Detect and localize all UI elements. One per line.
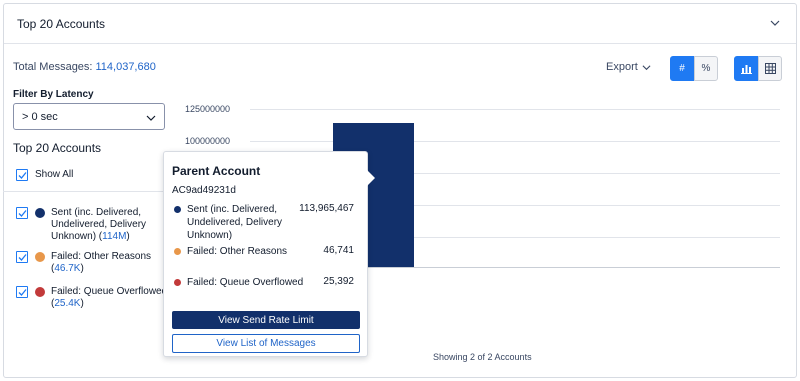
gridline	[250, 141, 780, 142]
show-all-label: Show All	[35, 169, 74, 180]
legend-swatch-failed-other	[35, 252, 45, 262]
bar-chart-icon	[740, 65, 752, 74]
tooltip-label-sent: Sent (inc. Delivered, Undelivered, Deliv…	[187, 204, 283, 241]
y-tick-label-100m: 100000000	[185, 136, 231, 146]
filter-by-latency-label: Filter By Latency	[13, 89, 94, 100]
panel-header[interactable]: Top 20 Accounts	[4, 4, 796, 44]
tooltip-swatch-failed-other	[174, 248, 181, 255]
export-dropdown[interactable]: Export	[606, 61, 651, 73]
tooltip-title: Parent Account	[172, 164, 261, 178]
tooltip-account-id: AC9ad49231d	[172, 185, 236, 196]
legend-swatch-sent	[35, 208, 45, 218]
tooltip-label-failed-queue: Failed: Queue Overflowed	[187, 277, 304, 288]
tooltip-value-failed-other: 46,741	[323, 245, 354, 256]
legend-swatch-failed-queue	[35, 287, 45, 297]
percent-toggle-button[interactable]: %	[694, 56, 718, 81]
legend-text-failed-queue: Failed: Queue Overflowed (25.4K)	[51, 286, 168, 309]
table-view-button[interactable]	[758, 56, 782, 81]
bar-chart-view-button[interactable]	[734, 56, 758, 81]
legend-count-sent[interactable]: 114M	[102, 231, 126, 242]
latency-filter-select[interactable]: > 0 sec	[13, 103, 165, 130]
gridline	[250, 109, 780, 110]
tooltip-arrow	[367, 170, 375, 186]
view-toggle-group	[734, 56, 782, 81]
account-tooltip: Parent Account AC9ad49231d Sent (inc. De…	[163, 151, 368, 357]
legend-count-failed-other[interactable]: 46.7K	[54, 263, 80, 274]
legend-label-sent: Sent (inc. Delivered, Undelivered, Deliv…	[51, 207, 147, 242]
legend-text-sent: Sent (inc. Delivered, Undelivered, Deliv…	[51, 207, 147, 242]
tooltip-label-failed-other: Failed: Other Reasons	[187, 246, 288, 257]
accounts-section-title: Top 20 Accounts	[13, 141, 102, 155]
view-list-of-messages-button[interactable]: View List of Messages	[172, 334, 360, 353]
chevron-down-icon	[146, 115, 156, 121]
chevron-down-icon	[642, 64, 651, 70]
tooltip-swatch-sent	[174, 206, 181, 213]
total-messages-label: Total Messages:	[13, 61, 93, 73]
y-tick-label-125m: 125000000	[185, 104, 231, 114]
count-toggle-button[interactable]: #	[670, 56, 694, 81]
latency-filter-value: > 0 sec	[22, 111, 58, 123]
checkmark-icon	[18, 289, 27, 296]
checkmark-icon	[18, 172, 27, 179]
show-all-checkbox[interactable]	[16, 169, 28, 181]
table-icon	[764, 63, 776, 74]
legend-label-failed-queue: Failed: Queue Overflowed	[51, 286, 168, 297]
view-send-rate-limit-button[interactable]: View Send Rate Limit	[172, 311, 360, 329]
tooltip-value-sent: 113,965,467	[299, 203, 354, 214]
legend-checkbox-failed-other[interactable]	[16, 251, 28, 263]
legend-label-failed-other: Failed: Other Reasons	[51, 251, 152, 262]
legend-checkbox-failed-queue[interactable]	[16, 286, 28, 298]
tooltip-swatch-failed-queue	[174, 279, 181, 286]
checkmark-icon	[18, 210, 27, 217]
unit-toggle-group: # %	[670, 56, 718, 81]
chevron-down-icon[interactable]	[770, 18, 780, 28]
legend-checkbox-sent[interactable]	[16, 207, 28, 219]
legend-text-failed-other: Failed: Other Reasons (46.7K)	[51, 251, 152, 274]
accounts-count-status: Showing 2 of 2 Accounts	[433, 352, 532, 362]
legend-count-failed-queue[interactable]: 25.4K	[54, 298, 80, 309]
total-messages: Total Messages: 114,037,680	[13, 61, 156, 73]
export-label: Export	[606, 61, 638, 73]
total-messages-value: 114,037,680	[95, 61, 156, 73]
checkmark-icon	[18, 254, 27, 261]
tooltip-value-failed-queue: 25,392	[323, 276, 354, 287]
legend-divider	[3, 191, 163, 192]
panel-title: Top 20 Accounts	[17, 17, 106, 31]
